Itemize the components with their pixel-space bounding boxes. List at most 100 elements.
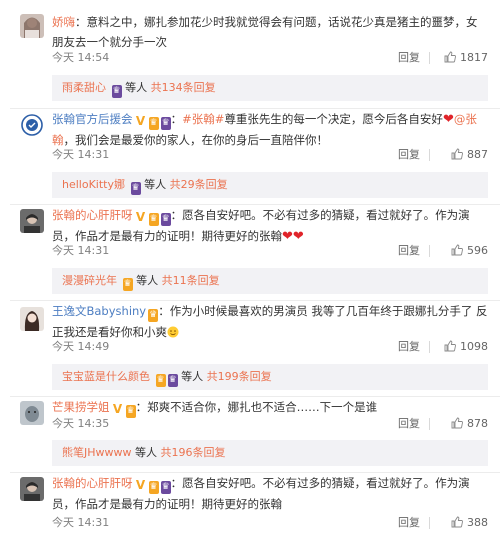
comment-meta: 今天 14:35 回复 878	[52, 415, 488, 433]
reply-button[interactable]: 回复	[398, 146, 420, 164]
comment-meta: 今天 14:31 回复 596	[52, 242, 488, 260]
sub-reply-summary[interactable]: 雨柔甜心 ♛ 等人 共134条回复	[52, 75, 488, 101]
divider	[429, 517, 430, 529]
vip-badge: ♛	[148, 213, 159, 226]
crown-icon: ♛	[122, 278, 133, 291]
divider	[429, 341, 430, 353]
sub-reply-summary[interactable]: 宝宝蓝是什么颜色 ♛ ♛ 等人 共199条回复	[52, 364, 488, 390]
like-count: 1098	[460, 340, 488, 353]
commenter-name[interactable]: 王逸文Babyshiny	[52, 304, 146, 318]
comment-meta: 今天 14:49 回复 1098	[52, 338, 488, 356]
like-button[interactable]: 596	[451, 242, 488, 260]
commenter-name[interactable]: 张翰官方后援会	[52, 112, 133, 126]
crown-icon: ♛	[160, 117, 171, 130]
crown-icon: ♛	[160, 481, 171, 494]
vip-badge: ♛	[148, 309, 159, 322]
avatar[interactable]	[20, 477, 44, 501]
thumbs-up-icon	[451, 244, 463, 256]
heart-icon: ❤	[442, 112, 454, 127]
v-badge-icon: V	[135, 478, 146, 492]
sub-reply-etc: 等人	[135, 446, 158, 459]
comment-body: ：意料之中，娜扎参加花少时我就觉得会有问题，话说花少真是猪主的噩梦，女朋友去一个…	[52, 15, 478, 49]
reply-button[interactable]: 回复	[398, 338, 420, 356]
divider	[429, 52, 430, 64]
smile-emoji-icon	[167, 326, 179, 338]
commenter-name[interactable]: 张翰的心肝肝呀	[52, 476, 133, 490]
timestamp: 今天 14:31	[52, 516, 110, 529]
like-button[interactable]: 1098	[444, 338, 488, 356]
comment-text: 张翰的心肝肝呀 V ♛ ♛：愿各自安好吧。不必有过多的猜疑，看过就好了。作为演员，作品…	[52, 473, 488, 514]
timestamp: 今天 14:31	[52, 148, 110, 161]
comment-meta: 今天 14:54 回复 1817	[52, 49, 488, 67]
comment-body-cont: ，我们会是最爱你的家人，在你的身后一直陪伴你！	[63, 133, 329, 147]
reply-button[interactable]: 回复	[398, 514, 420, 532]
commenter-name[interactable]: 娇嗨	[52, 15, 75, 29]
sub-reply-name[interactable]: helloKitty娜	[62, 178, 125, 191]
sub-reply-total[interactable]: 共199条回复	[207, 370, 272, 383]
thumbs-up-icon	[444, 340, 456, 352]
divider	[429, 245, 430, 257]
crown-icon: ♛	[160, 213, 171, 226]
sub-reply-total[interactable]: 共134条回复	[151, 81, 216, 94]
divider	[429, 149, 430, 161]
sub-reply-name[interactable]: 熊笔JHwwww	[62, 446, 132, 459]
sub-reply-name[interactable]: 宝宝蓝是什么颜色	[62, 370, 150, 383]
reply-button[interactable]: 回复	[398, 242, 420, 260]
sub-reply-total[interactable]: 共196条回复	[161, 446, 226, 459]
vip-badge: ♛	[148, 481, 159, 494]
reply-button[interactable]: 回复	[398, 415, 420, 433]
thumbs-up-icon	[451, 148, 463, 160]
like-button[interactable]: 1817	[444, 49, 488, 67]
crown-icon: ♛	[130, 182, 141, 195]
v-badge-icon: V	[135, 210, 146, 224]
commenter-name[interactable]: 张翰的心肝肝呀	[52, 208, 133, 222]
hashtag-link[interactable]: #张翰#	[182, 112, 224, 126]
reply-button[interactable]: 回复	[398, 49, 420, 67]
like-button[interactable]: 887	[451, 146, 488, 164]
crown-icon: ♛	[111, 85, 122, 98]
like-count: 1817	[460, 51, 488, 64]
comment-text: 娇嗨：意料之中，娜扎参加花少时我就觉得会有问题，话说花少真是猪主的噩梦，女朋友去…	[52, 12, 488, 52]
like-count: 388	[467, 516, 488, 529]
comment-text: 张翰官方后援会 V ♛ ♛：#张翰#尊重张先生的每一个决定，愿今后各自安好❤@张翰，我…	[52, 112, 477, 147]
sub-reply-name[interactable]: 雨柔甜心	[62, 81, 106, 94]
sub-reply-summary[interactable]: 熊笔JHwwww 等人 共196条回复	[52, 440, 488, 466]
avatar[interactable]	[20, 14, 44, 38]
like-button[interactable]: 388	[451, 514, 488, 532]
like-count: 878	[467, 417, 488, 430]
comment-feed: 娇嗨：意料之中，娜扎参加花少时我就觉得会有问题，话说花少真是猪主的噩梦，女朋友去…	[0, 0, 500, 540]
thumbs-up-icon	[444, 51, 456, 63]
sub-reply-etc: 等人	[136, 274, 159, 287]
comment-body: 尊重张先生的每一个决定，愿今后各自安好	[224, 112, 443, 126]
commenter-name[interactable]: 芒果捞学姐	[52, 400, 110, 414]
timestamp: 今天 14:54	[52, 51, 110, 64]
timestamp: 今天 14:35	[52, 417, 110, 430]
comment-text: 张翰的心肝肝呀 V ♛ ♛：愿各自安好吧。不必有过多的猜疑，看过就好了。作为演员，作品…	[52, 205, 488, 247]
avatar[interactable]	[20, 209, 44, 233]
avatar[interactable]	[20, 401, 44, 425]
crown-icon: ♛	[167, 374, 178, 387]
divider	[429, 418, 430, 430]
sub-reply-name[interactable]: 漫漫碎光年	[62, 274, 117, 287]
sub-reply-total[interactable]: 共11条回复	[162, 274, 220, 287]
avatar[interactable]	[20, 307, 44, 331]
comment-meta: 今天 14:31 回复 887	[52, 146, 488, 164]
timestamp: 今天 14:31	[52, 244, 110, 257]
crown-icon: ♛	[155, 374, 166, 387]
sub-reply-summary[interactable]: 漫漫碎光年 ♛ 等人 共11条回复	[52, 268, 488, 294]
v-badge-icon: V	[135, 114, 146, 128]
like-count: 887	[467, 148, 488, 161]
comment-body: ：郑爽不适合你，娜扎也不适合……下一个是谁	[135, 400, 378, 414]
sub-reply-etc: 等人	[125, 81, 148, 94]
sub-reply-etc: 等人	[181, 370, 204, 383]
vip-badge: ♛	[148, 117, 159, 130]
comment-meta: 今天 14:31 回复 388	[52, 514, 488, 532]
sub-reply-summary[interactable]: helloKitty娜 ♛ 等人 共29条回复	[52, 172, 488, 198]
thumbs-up-icon	[451, 417, 463, 429]
like-count: 596	[467, 244, 488, 257]
like-button[interactable]: 878	[451, 415, 488, 433]
timestamp: 今天 14:49	[52, 340, 110, 353]
comment-text: 王逸文Babyshiny ♛：作为小时候最喜欢的男演员 我等了几百年终于跟娜扎分手…	[52, 301, 488, 342]
avatar[interactable]	[20, 113, 44, 137]
sub-reply-total[interactable]: 共29条回复	[170, 178, 228, 191]
